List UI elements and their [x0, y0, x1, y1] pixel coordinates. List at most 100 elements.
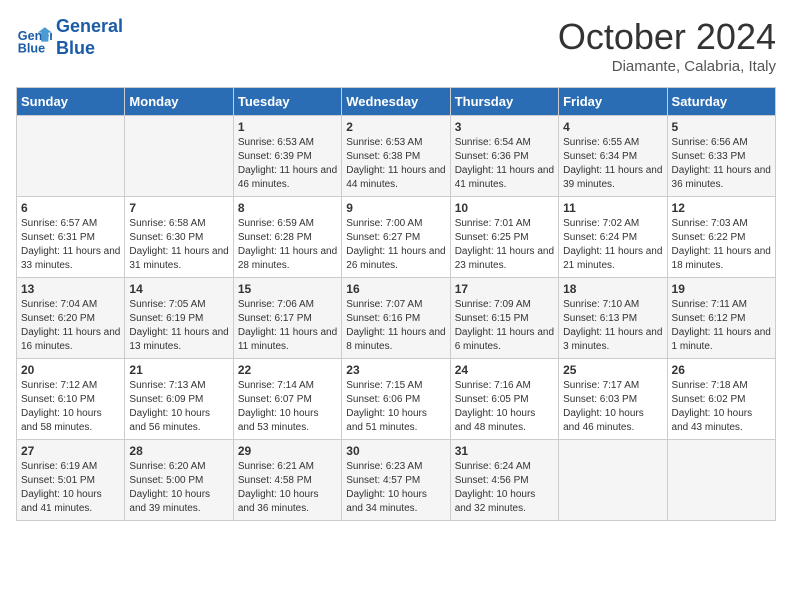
day-number: 22 [238, 363, 337, 377]
calendar-cell: 12 Sunrise: 7:03 AM Sunset: 6:22 PM Dayli… [667, 197, 775, 278]
logo: General Blue General Blue [16, 16, 123, 59]
day-number: 21 [129, 363, 228, 377]
day-number: 4 [563, 120, 662, 134]
day-info: Sunrise: 6:24 AM Sunset: 4:56 PM Dayligh… [455, 460, 554, 516]
week-row-3: 13Sunrise: 7:04 AM Sunset: 6:20 PM Dayli… [17, 278, 776, 359]
day-header-friday: Friday [559, 88, 667, 116]
day-info: Sunrise: 7:15 AM Sunset: 6:06 PM Dayligh… [346, 379, 445, 435]
calendar-cell [17, 116, 125, 197]
day-number: 27 [21, 444, 120, 458]
day-number: 24 [455, 363, 554, 377]
day-info: Sunrise: 6:57 AM Sunset: 6:31 PM Dayligh… [21, 217, 120, 273]
day-info: Sunrise: 7:06 AM Sunset: 6:17 PM Dayligh… [238, 298, 337, 354]
day-header-monday: Monday [125, 88, 233, 116]
day-info: Sunrise: 7:13 AM Sunset: 6:09 PM Dayligh… [129, 379, 228, 435]
day-number: 29 [238, 444, 337, 458]
day-info: Sunrise: 7:04 AM Sunset: 6:20 PM Dayligh… [21, 298, 120, 354]
day-number: 14 [129, 282, 228, 296]
calendar-cell: 23Sunrise: 7:15 AM Sunset: 6:06 PM Dayli… [342, 359, 450, 440]
location: Diamante, Calabria, Italy [558, 58, 776, 75]
calendar-cell: 31 Sunrise: 6:24 AM Sunset: 4:56 PM Dayli… [450, 440, 558, 521]
day-number: 11 [563, 201, 662, 215]
day-number: 31 [455, 444, 554, 458]
calendar-cell: 29 Sunrise: 6:21 AM Sunset: 4:58 PM Dayli… [233, 440, 341, 521]
calendar-cell: 21 Sunrise: 7:13 AM Sunset: 6:09 PM Dayli… [125, 359, 233, 440]
day-info: Sunrise: 6:23 AM Sunset: 4:57 PM Dayligh… [346, 460, 445, 516]
week-row-5: 27 Sunrise: 6:19 AM Sunset: 5:01 PM Dayli… [17, 440, 776, 521]
day-info: Sunrise: 7:10 AM Sunset: 6:13 PM Dayligh… [563, 298, 662, 354]
svg-text:Blue: Blue [18, 41, 45, 55]
day-info: Sunrise: 7:07 AM Sunset: 6:16 PM Dayligh… [346, 298, 445, 354]
calendar-cell: 17Sunrise: 7:09 AM Sunset: 6:15 PM Dayli… [450, 278, 558, 359]
day-number: 9 [346, 201, 445, 215]
day-info: Sunrise: 6:59 AM Sunset: 6:28 PM Dayligh… [238, 217, 337, 273]
day-number: 2 [346, 120, 445, 134]
calendar-cell: 11 Sunrise: 7:02 AM Sunset: 6:24 PM Dayli… [559, 197, 667, 278]
day-number: 6 [21, 201, 120, 215]
calendar-cell: 16Sunrise: 7:07 AM Sunset: 6:16 PM Dayli… [342, 278, 450, 359]
day-number: 20 [21, 363, 120, 377]
day-info: Sunrise: 7:01 AM Sunset: 6:25 PM Dayligh… [455, 217, 554, 273]
calendar-cell: 1 Sunrise: 6:53 AM Sunset: 6:39 PM Daylig… [233, 116, 341, 197]
day-info: Sunrise: 6:19 AM Sunset: 5:01 PM Dayligh… [21, 460, 120, 516]
calendar-cell [125, 116, 233, 197]
calendar-cell: 3 Sunrise: 6:54 AM Sunset: 6:36 PM Daylig… [450, 116, 558, 197]
logo-icon: General Blue [16, 20, 52, 56]
logo-line1: General [56, 16, 123, 36]
day-number: 25 [563, 363, 662, 377]
day-number: 15 [238, 282, 337, 296]
calendar-cell: 26Sunrise: 7:18 AM Sunset: 6:02 PM Dayli… [667, 359, 775, 440]
header-row: SundayMondayTuesdayWednesdayThursdayFrid… [17, 88, 776, 116]
title-block: October 2024 Diamante, Calabria, Italy [558, 16, 776, 75]
day-header-saturday: Saturday [667, 88, 775, 116]
calendar-cell: 20 Sunrise: 7:12 AM Sunset: 6:10 PM Dayli… [17, 359, 125, 440]
day-info: Sunrise: 6:53 AM Sunset: 6:39 PM Dayligh… [238, 136, 337, 192]
calendar-cell: 10 Sunrise: 7:01 AM Sunset: 6:25 PM Dayli… [450, 197, 558, 278]
calendar-cell: 6 Sunrise: 6:57 AM Sunset: 6:31 PM Daylig… [17, 197, 125, 278]
day-info: Sunrise: 6:54 AM Sunset: 6:36 PM Dayligh… [455, 136, 554, 192]
day-info: Sunrise: 7:02 AM Sunset: 6:24 PM Dayligh… [563, 217, 662, 273]
week-row-4: 20 Sunrise: 7:12 AM Sunset: 6:10 PM Dayli… [17, 359, 776, 440]
calendar-cell: 13Sunrise: 7:04 AM Sunset: 6:20 PM Dayli… [17, 278, 125, 359]
day-number: 12 [672, 201, 771, 215]
day-header-thursday: Thursday [450, 88, 558, 116]
calendar-cell: 9 Sunrise: 7:00 AM Sunset: 6:27 PM Daylig… [342, 197, 450, 278]
day-info: Sunrise: 6:58 AM Sunset: 6:30 PM Dayligh… [129, 217, 228, 273]
page-header: General Blue General Blue October 2024 D… [16, 16, 776, 75]
day-info: Sunrise: 7:12 AM Sunset: 6:10 PM Dayligh… [21, 379, 120, 435]
day-info: Sunrise: 6:21 AM Sunset: 4:58 PM Dayligh… [238, 460, 337, 516]
day-info: Sunrise: 7:09 AM Sunset: 6:15 PM Dayligh… [455, 298, 554, 354]
calendar-cell [559, 440, 667, 521]
day-info: Sunrise: 7:18 AM Sunset: 6:02 PM Dayligh… [672, 379, 771, 435]
day-header-sunday: Sunday [17, 88, 125, 116]
day-info: Sunrise: 7:03 AM Sunset: 6:22 PM Dayligh… [672, 217, 771, 273]
day-info: Sunrise: 7:16 AM Sunset: 6:05 PM Dayligh… [455, 379, 554, 435]
calendar-cell: 22 Sunrise: 7:14 AM Sunset: 6:07 PM Dayli… [233, 359, 341, 440]
calendar-cell: 14Sunrise: 7:05 AM Sunset: 6:19 PM Dayli… [125, 278, 233, 359]
day-info: Sunrise: 7:14 AM Sunset: 6:07 PM Dayligh… [238, 379, 337, 435]
day-number: 7 [129, 201, 228, 215]
day-header-wednesday: Wednesday [342, 88, 450, 116]
day-info: Sunrise: 6:55 AM Sunset: 6:34 PM Dayligh… [563, 136, 662, 192]
calendar-cell: 4 Sunrise: 6:55 AM Sunset: 6:34 PM Daylig… [559, 116, 667, 197]
calendar-cell: 24 Sunrise: 7:16 AM Sunset: 6:05 PM Dayli… [450, 359, 558, 440]
calendar-cell: 25 Sunrise: 7:17 AM Sunset: 6:03 PM Dayli… [559, 359, 667, 440]
day-number: 19 [672, 282, 771, 296]
calendar-cell: 8 Sunrise: 6:59 AM Sunset: 6:28 PM Daylig… [233, 197, 341, 278]
day-info: Sunrise: 7:00 AM Sunset: 6:27 PM Dayligh… [346, 217, 445, 273]
day-number: 10 [455, 201, 554, 215]
day-number: 3 [455, 120, 554, 134]
week-row-2: 6 Sunrise: 6:57 AM Sunset: 6:31 PM Daylig… [17, 197, 776, 278]
day-number: 28 [129, 444, 228, 458]
calendar-cell: 30Sunrise: 6:23 AM Sunset: 4:57 PM Dayli… [342, 440, 450, 521]
day-number: 8 [238, 201, 337, 215]
day-header-tuesday: Tuesday [233, 88, 341, 116]
logo-text: General Blue [56, 16, 123, 59]
day-number: 18 [563, 282, 662, 296]
day-info: Sunrise: 7:17 AM Sunset: 6:03 PM Dayligh… [563, 379, 662, 435]
day-info: Sunrise: 7:11 AM Sunset: 6:12 PM Dayligh… [672, 298, 771, 354]
calendar-cell: 15 Sunrise: 7:06 AM Sunset: 6:17 PM Dayli… [233, 278, 341, 359]
day-number: 1 [238, 120, 337, 134]
day-info: Sunrise: 6:56 AM Sunset: 6:33 PM Dayligh… [672, 136, 771, 192]
calendar-cell: 2Sunrise: 6:53 AM Sunset: 6:38 PM Daylig… [342, 116, 450, 197]
